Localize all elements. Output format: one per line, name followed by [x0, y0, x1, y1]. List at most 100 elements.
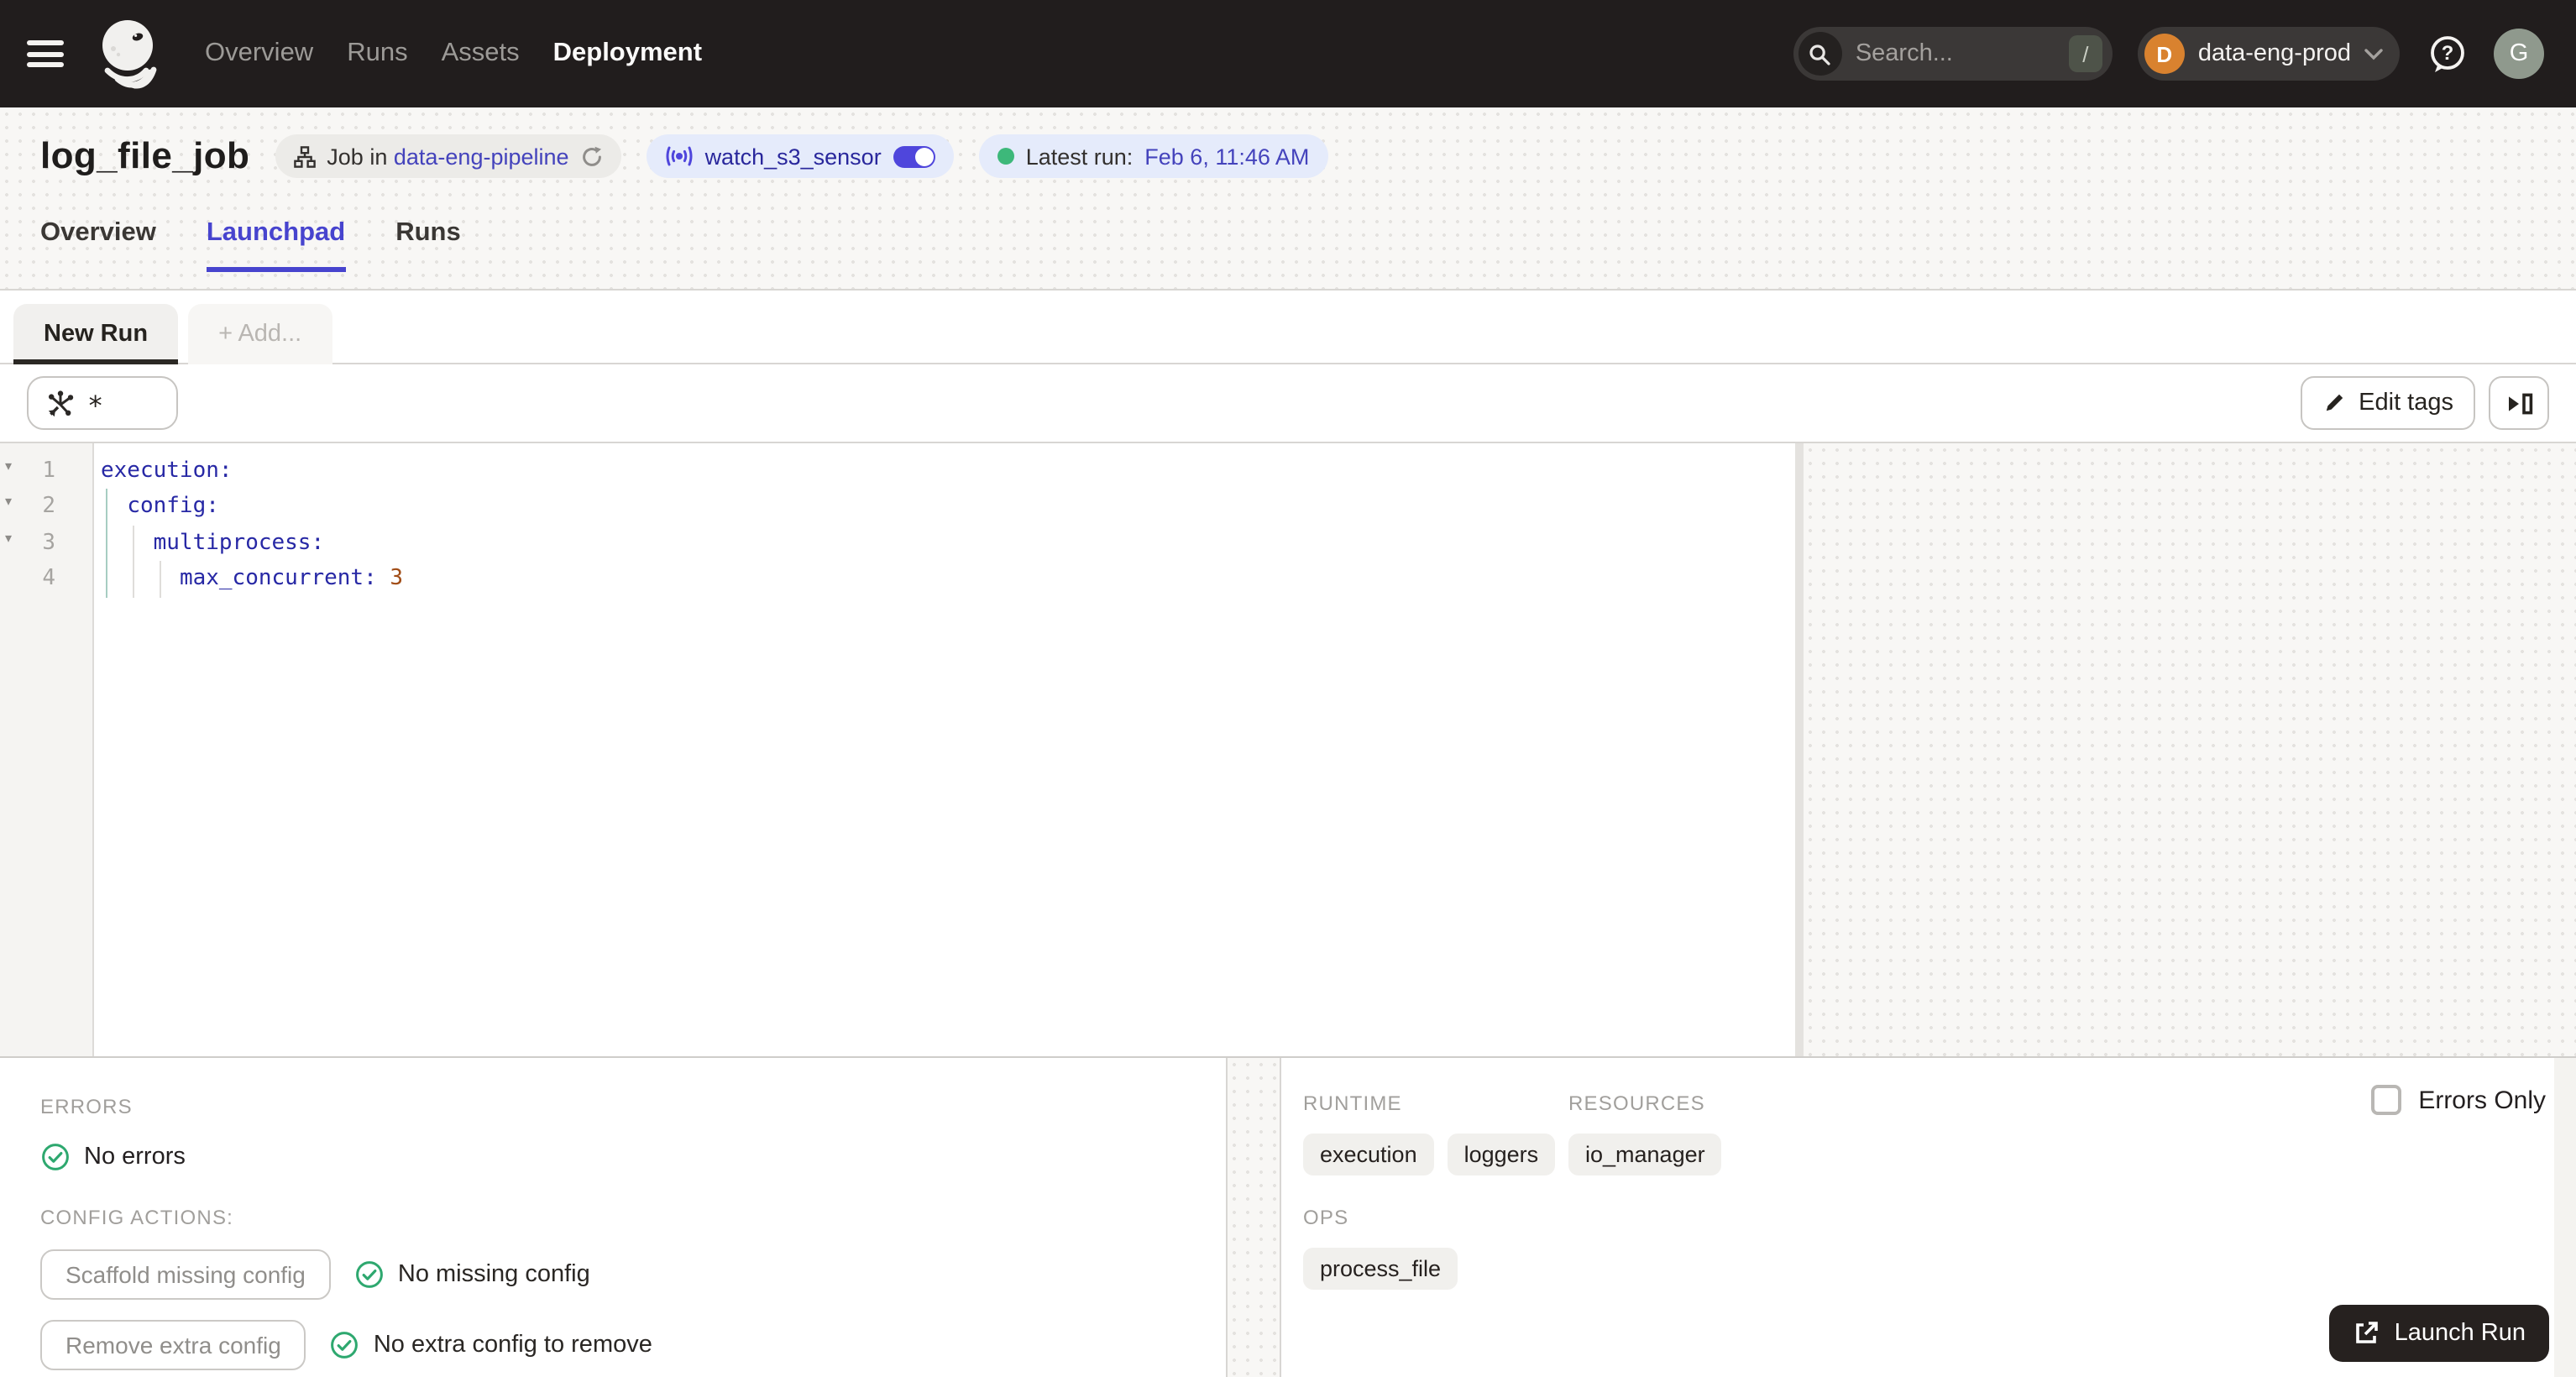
- job-location-text: Job in data-eng-pipeline: [327, 144, 569, 169]
- editor-right-panel: [1804, 443, 2576, 1056]
- search-shortcut-badge: /: [2068, 35, 2102, 72]
- help-icon[interactable]: ?: [2425, 32, 2469, 76]
- fold-arrow-icon[interactable]: ▾: [5, 458, 12, 474]
- errors-only-label: Errors Only: [2418, 1086, 2546, 1114]
- svg-text:?: ?: [2441, 41, 2453, 64]
- tab-launchpad[interactable]: Launchpad: [206, 218, 346, 272]
- nav-right-cluster: / D data-eng-prod ? G: [1793, 27, 2544, 81]
- title-row: log_file_job Job in data-eng-pipeline wa…: [40, 107, 2536, 178]
- job-tabs: Overview Launchpad Runs: [40, 218, 2536, 272]
- workspace-name: data-eng-prod: [2197, 40, 2351, 67]
- runtime-label: RUNTIME: [1303, 1092, 1402, 1115]
- code-line: multiprocess:: [153, 530, 325, 556]
- runtime-column: RUNTIME execution loggers: [1303, 1092, 1568, 1175]
- indent-guide: [160, 561, 161, 598]
- nav-item-assets[interactable]: Assets: [442, 39, 520, 69]
- expand-panel-icon: [2508, 392, 2532, 414]
- errors-pane: ERRORS No errors CONFIG ACTIONS: Scaffol…: [0, 1058, 1226, 1377]
- launch-icon: [2355, 1322, 2378, 1343]
- edit-tags-button[interactable]: Edit tags: [2300, 376, 2475, 430]
- no-errors-status: No errors: [40, 1142, 1186, 1172]
- latest-run-pill: Latest run: Feb 6, 11:46 AM: [978, 134, 1328, 178]
- remove-extra-config-button[interactable]: Remove extra config: [40, 1320, 306, 1370]
- run-status-dot: [997, 148, 1014, 165]
- op-tag[interactable]: process_file: [1303, 1248, 1458, 1290]
- scaffold-status: No missing config: [354, 1259, 590, 1290]
- fold-arrow-icon[interactable]: ▾: [5, 531, 12, 546]
- runtime-tag[interactable]: execution: [1303, 1134, 1434, 1175]
- line-number: 2: [42, 494, 55, 520]
- nav-items: Overview Runs Assets Deployment: [205, 39, 702, 69]
- page-title: log_file_job: [40, 134, 250, 176]
- workspace-switcher[interactable]: D data-eng-prod: [2137, 27, 2400, 81]
- nav-item-runs[interactable]: Runs: [347, 39, 407, 69]
- bottom-panel-divider[interactable]: [1226, 1058, 1281, 1377]
- runtime-tag[interactable]: loggers: [1447, 1134, 1556, 1175]
- run-preview-pane: RUNTIME execution loggers RESOURCES io_m…: [1281, 1058, 2576, 1377]
- remove-extra-row: Remove extra config No extra config to r…: [40, 1320, 1186, 1370]
- op-selector-value: *: [87, 390, 104, 421]
- sensor-toggle[interactable]: [893, 145, 935, 167]
- job-graph-icon: [293, 145, 316, 167]
- op-selector-input[interactable]: *: [27, 376, 178, 430]
- sensor-link[interactable]: watch_s3_sensor: [705, 144, 882, 169]
- editor-split: ▾ 1 ▾ 2 ▾ 3 4 execution: config: multiproce…: [0, 443, 2576, 1056]
- nav-item-overview[interactable]: Overview: [205, 39, 313, 69]
- check-circle-icon: [355, 1261, 383, 1288]
- check-circle-icon: [42, 1144, 69, 1170]
- sensor-pill: watch_s3_sensor: [646, 134, 954, 178]
- launch-run-button[interactable]: Launch Run: [2328, 1305, 2549, 1362]
- job-location-pill: Job in data-eng-pipeline: [275, 134, 621, 178]
- hamburger-menu-icon[interactable]: [27, 40, 64, 67]
- job-header: log_file_job Job in data-eng-pipeline wa…: [0, 107, 2576, 291]
- fold-arrow-icon[interactable]: ▾: [5, 495, 12, 510]
- ops-block: OPS process_file: [1303, 1206, 2576, 1290]
- ops-label: OPS: [1303, 1206, 1349, 1229]
- workspace-avatar: D: [2144, 34, 2185, 74]
- user-avatar[interactable]: G: [2494, 29, 2544, 79]
- remove-status: No extra config to remove: [330, 1330, 652, 1360]
- tab-overview[interactable]: Overview: [40, 218, 156, 272]
- launchpad-toolbar: * Edit tags: [0, 364, 2576, 443]
- bottom-panel: ERRORS No errors CONFIG ACTIONS: Scaffol…: [0, 1056, 2576, 1377]
- errors-only-control[interactable]: Errors Only: [2371, 1085, 2546, 1115]
- config-actions-label: CONFIG ACTIONS:: [40, 1206, 234, 1229]
- code-line: config:: [127, 494, 219, 520]
- search-input[interactable]: [1841, 40, 2069, 67]
- dagster-logo-icon[interactable]: [91, 15, 168, 92]
- chevron-down-icon: [2364, 48, 2383, 60]
- scaffold-row: Scaffold missing config No missing confi…: [40, 1249, 1186, 1300]
- toggle-right-panel-button[interactable]: [2489, 376, 2549, 430]
- sensor-icon: [666, 146, 693, 166]
- errors-label: ERRORS: [40, 1095, 133, 1118]
- scaffold-missing-config-button[interactable]: Scaffold missing config: [40, 1249, 331, 1300]
- pipeline-link[interactable]: data-eng-pipeline: [394, 144, 569, 169]
- top-nav: Overview Runs Assets Deployment / D data…: [0, 0, 2576, 107]
- tab-runs[interactable]: Runs: [395, 218, 461, 272]
- indent-guide: [106, 489, 107, 598]
- op-graph-icon: [48, 390, 74, 416]
- resource-tag[interactable]: io_manager: [1568, 1134, 1722, 1175]
- search-bar[interactable]: /: [1793, 27, 2113, 81]
- yaml-code-area[interactable]: execution: config: multiprocess: max_con…: [94, 443, 1795, 1056]
- pencil-icon: [2325, 394, 2343, 411]
- code-line: max_concurrent: 3: [179, 566, 404, 592]
- check-circle-icon: [331, 1332, 359, 1359]
- launchpad-config-tabs: New Run + Add...: [0, 291, 2576, 364]
- reload-icon[interactable]: [581, 145, 603, 167]
- errors-only-checkbox[interactable]: [2371, 1085, 2402, 1115]
- nav-item-deployment[interactable]: Deployment: [553, 39, 702, 69]
- config-editor[interactable]: ▾ 1 ▾ 2 ▾ 3 4 execution: config: multiproce…: [0, 443, 1795, 1056]
- config-tab-add[interactable]: + Add...: [188, 304, 332, 364]
- line-number: 4: [42, 566, 55, 592]
- latest-run-label: Latest run:: [1025, 144, 1134, 169]
- split-resize-handle[interactable]: [1795, 443, 1804, 1056]
- line-number: 1: [42, 458, 55, 484]
- config-tab-new-run[interactable]: New Run: [13, 304, 179, 364]
- code-line: execution:: [101, 458, 233, 484]
- editor-gutter: ▾ 1 ▾ 2 ▾ 3 4: [0, 443, 94, 1056]
- latest-run-link[interactable]: Feb 6, 11:46 AM: [1144, 144, 1309, 169]
- dagster-launchpad-page: Overview Runs Assets Deployment / D data…: [0, 0, 2576, 1377]
- scrollbar-gutter[interactable]: [2554, 1058, 2576, 1377]
- indent-guide: [133, 525, 134, 598]
